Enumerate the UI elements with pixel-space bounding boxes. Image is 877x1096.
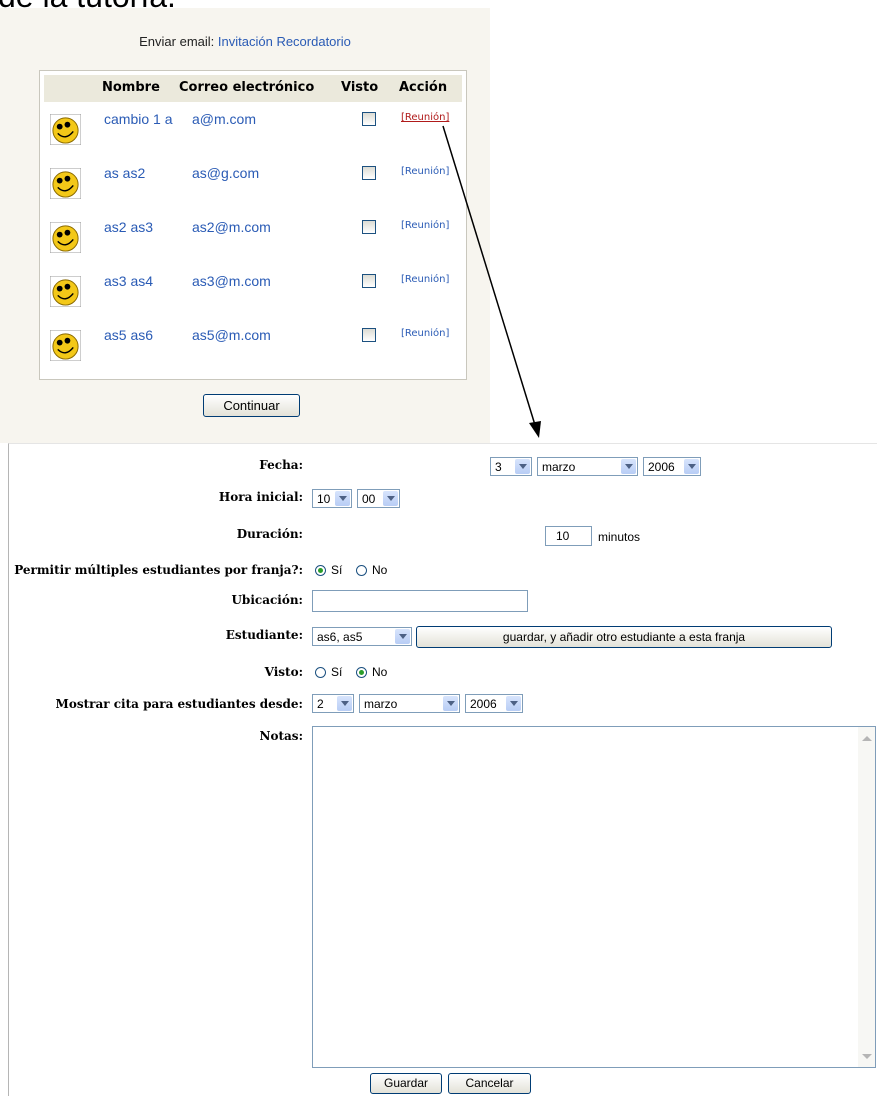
annotation-arrow	[442, 125, 541, 438]
